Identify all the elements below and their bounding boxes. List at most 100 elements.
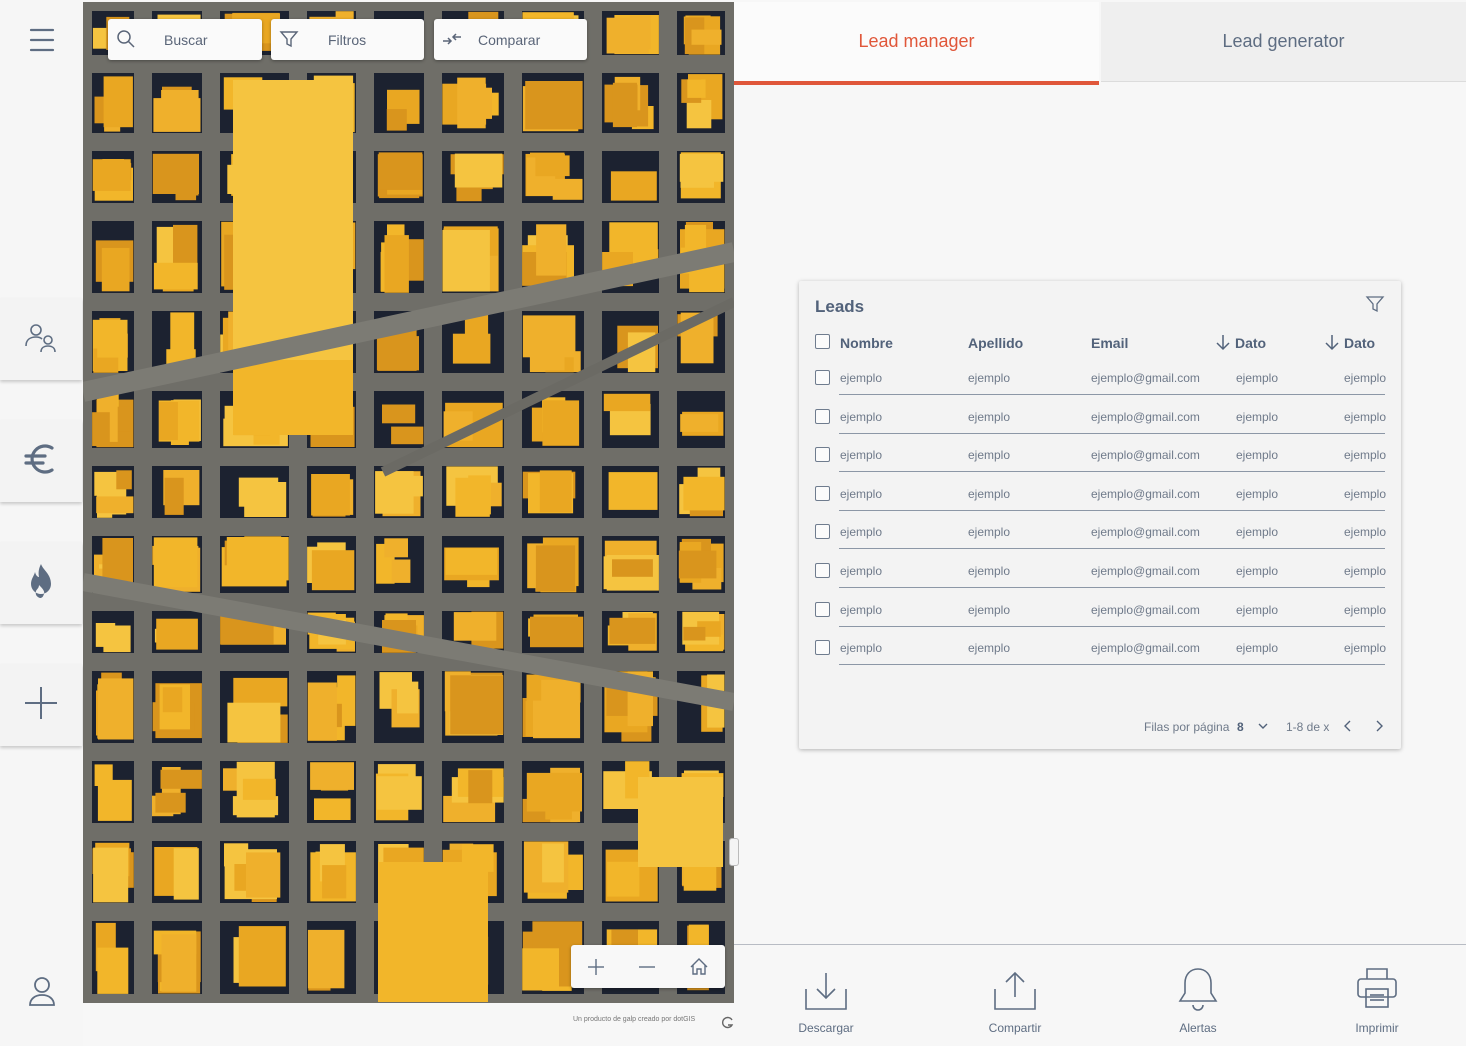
row-divider	[839, 394, 1385, 395]
filter-icon	[279, 29, 299, 49]
table-cell: ejemplo	[1236, 371, 1279, 385]
download-button[interactable]: Descargar	[771, 965, 881, 1040]
pagination-range: 1-8 de x	[1286, 720, 1330, 734]
column-header-dato-2[interactable]: Dato	[1344, 335, 1375, 351]
map-view[interactable]: Buscar Filtros Comparar	[83, 2, 734, 1003]
zoom-out-button[interactable]	[622, 945, 673, 988]
print-label: Imprimir	[1355, 1021, 1399, 1035]
table-row[interactable]: ejemplo ejemplo ejemplo@gmail.com ejemplo ej…	[799, 636, 1401, 674]
sidebar-item-energy[interactable]	[0, 542, 82, 624]
tab-lead-manager[interactable]: Lead manager	[734, 2, 1099, 85]
users-icon	[23, 319, 59, 360]
table-cell: ejemplo	[840, 641, 883, 656]
column-header-apellido[interactable]: Apellido	[968, 335, 1023, 351]
table-cell: ejemplo	[968, 641, 1011, 656]
row-divider	[839, 548, 1385, 550]
table-cell: ejemplo	[968, 409, 1011, 424]
table-cell: ejemplo@gmail.com	[1091, 409, 1200, 424]
row-checkbox[interactable]	[815, 447, 830, 463]
table-cell: ejemplo	[1344, 448, 1387, 463]
table-cell: ejemplo@gmail.com	[1091, 602, 1200, 617]
table-row[interactable]: ejemplo ejemplo ejemplo@gmail.com ejemplo ej…	[799, 405, 1401, 443]
table-cell: ejemplo	[1344, 371, 1387, 385]
table-cell: ejemplo	[1236, 602, 1279, 617]
table-row[interactable]: ejemplo ejemplo ejemplo@gmail.com ejemplo ej…	[799, 598, 1401, 636]
compare-label: Comparar	[478, 31, 541, 48]
row-checkbox[interactable]	[815, 370, 830, 385]
chevron-right-icon[interactable]	[1371, 718, 1387, 734]
map-credit: Un producto de galp creado por dotGIS	[573, 1016, 696, 1023]
table-cell: ejemplo	[968, 525, 1011, 540]
print-button[interactable]: Imprimir	[1322, 965, 1432, 1040]
table-cell: ejemplo	[1236, 641, 1279, 656]
row-checkbox[interactable]	[815, 524, 830, 540]
table-cell: ejemplo	[968, 371, 1011, 385]
sidebar-item-add[interactable]	[0, 664, 82, 746]
plus-icon	[23, 685, 59, 726]
chevron-left-icon[interactable]	[1340, 718, 1356, 734]
dotgis-logo-icon	[721, 1016, 734, 1029]
table-row[interactable]: ejemplo ejemplo ejemplo@gmail.com ejemplo ej…	[799, 482, 1401, 520]
tab-lead-generator[interactable]: Lead generator	[1101, 2, 1466, 82]
sort-down-arrow-icon[interactable]	[1215, 334, 1231, 351]
table-cell: ejemplo	[840, 564, 883, 578]
sidebar	[0, 0, 83, 1046]
table-cell: ejemplo	[1236, 564, 1279, 578]
sidebar-item-finance[interactable]	[0, 420, 82, 502]
table-cell: ejemplo	[840, 602, 883, 617]
filters-button[interactable]: Filtros	[271, 19, 424, 60]
sidebar-item-leads[interactable]	[0, 298, 82, 380]
table-cell: ejemplo	[1236, 448, 1279, 463]
table-row[interactable]: ejemplo ejemplo ejemplo@gmail.com ejemplo ej…	[799, 443, 1401, 481]
hamburger-menu-icon[interactable]	[24, 22, 60, 58]
map-resize-handle[interactable]	[729, 838, 739, 866]
column-header-dato-1[interactable]: Dato	[1235, 335, 1266, 351]
row-checkbox[interactable]	[815, 563, 830, 578]
row-checkbox[interactable]	[815, 408, 830, 424]
table-cell: ejemplo	[1344, 641, 1387, 656]
search-label: Buscar	[164, 31, 208, 48]
row-divider	[839, 587, 1385, 588]
column-header-nombre[interactable]: Nombre	[840, 335, 893, 351]
user-icon[interactable]	[24, 972, 60, 1008]
rows-per-page-label: Filas por página	[1144, 720, 1230, 734]
zoom-in-button[interactable]	[571, 945, 622, 988]
row-divider	[839, 625, 1385, 627]
table-row[interactable]: ejemplo ejemplo ejemplo@gmail.com ejemplo ej…	[799, 559, 1401, 597]
table-cell: ejemplo	[840, 448, 883, 463]
table-row[interactable]: ejemplo ejemplo ejemplo@gmail.com ejemplo ej…	[799, 520, 1401, 558]
tab-lead-manager-label: Lead manager	[858, 31, 975, 51]
table-cell: ejemplo	[840, 525, 883, 540]
search-icon	[116, 29, 136, 49]
rows-per-page-value[interactable]: 8	[1237, 720, 1244, 734]
table-cell: ejemplo@gmail.com	[1091, 486, 1200, 501]
table-cell: ejemplo	[1344, 564, 1387, 578]
share-button[interactable]: Compartir	[960, 965, 1070, 1040]
table-cell: ejemplo	[1236, 409, 1279, 424]
table-cell: ejemplo	[1236, 486, 1279, 501]
chevron-down-icon[interactable]	[1255, 718, 1271, 734]
row-checkbox[interactable]	[815, 601, 830, 617]
row-checkbox[interactable]	[815, 485, 830, 501]
column-header-email[interactable]: Email	[1091, 335, 1128, 351]
select-all-checkbox[interactable]	[815, 334, 830, 349]
compare-button[interactable]: Comparar	[434, 19, 587, 60]
row-checkbox[interactable]	[815, 640, 830, 656]
table-cell: ejemplo	[1344, 409, 1387, 424]
home-button[interactable]	[673, 945, 724, 988]
satellite-solar-map	[83, 2, 734, 1003]
table-cell: ejemplo@gmail.com	[1091, 564, 1200, 578]
table-row[interactable]: ejemplo ejemplo ejemplo@gmail.com ejemplo ej…	[799, 366, 1401, 404]
table-cell: ejemplo	[840, 486, 883, 501]
leads-card: Leads Nombre Apellido Email Dato Dato ej…	[799, 281, 1401, 749]
row-divider	[839, 471, 1385, 473]
search-button[interactable]: Buscar	[108, 19, 262, 60]
filter-icon[interactable]	[1365, 294, 1385, 314]
table-cell: ejemplo	[968, 448, 1011, 463]
sort-down-arrow-icon[interactable]	[1324, 334, 1340, 351]
table-cell: ejemplo@gmail.com	[1091, 371, 1200, 385]
table-cell: ejemplo	[968, 486, 1011, 501]
table-cell: ejemplo	[1344, 602, 1387, 617]
alerts-button[interactable]: Alertas	[1143, 965, 1253, 1040]
table-cell: ejemplo@gmail.com	[1091, 641, 1200, 656]
